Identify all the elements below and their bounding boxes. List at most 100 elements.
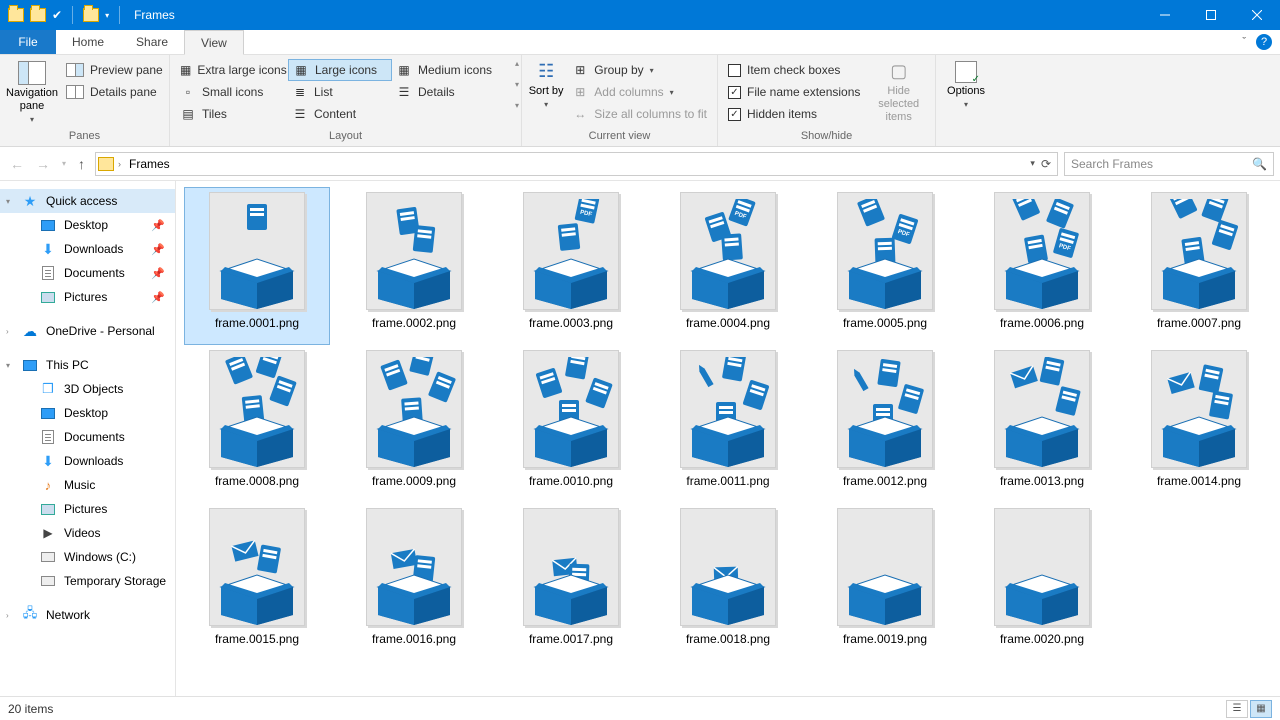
qat-check-icon[interactable]: ✔	[52, 8, 62, 22]
back-button[interactable]: ←	[10, 156, 24, 172]
file-item[interactable]: frame.0010.png	[498, 345, 644, 503]
tab-view[interactable]: View	[184, 30, 244, 55]
group-by-button[interactable]: ⊞Group by▾	[568, 59, 711, 81]
file-item[interactable]: PDF frame.0003.png	[498, 187, 644, 345]
layout-small-icons[interactable]: ▫Small icons	[176, 81, 280, 103]
layout-medium-icons[interactable]: ▦Medium icons	[392, 59, 496, 81]
tree-videos[interactable]: ▶Videos	[0, 521, 175, 545]
sort-by-button[interactable]: ☷ Sort by ▾	[528, 59, 564, 109]
tree-onedrive[interactable]: ›☁OneDrive - Personal	[0, 319, 175, 343]
tab-file[interactable]: File	[0, 30, 56, 54]
layout-scroll-down[interactable]: ▾	[515, 80, 519, 89]
tab-home[interactable]: Home	[56, 30, 120, 54]
details-pane-button[interactable]: Details pane	[62, 81, 167, 103]
hide-selected-label: Hide selected items	[868, 85, 929, 125]
layout-list[interactable]: ≣List	[288, 81, 392, 103]
file-item[interactable]: PDF frame.0005.png	[812, 187, 958, 345]
file-item[interactable]: frame.0009.png	[341, 345, 487, 503]
documents-icon	[42, 430, 54, 444]
file-thumbnail	[209, 192, 305, 310]
layout-large-icons[interactable]: ▦Large icons	[288, 59, 392, 81]
file-item[interactable]: frame.0014.png	[1126, 345, 1272, 503]
videos-icon: ▶	[40, 525, 56, 541]
tree-this-pc[interactable]: ▾This PC	[0, 353, 175, 377]
tiles-icon: ▤	[180, 107, 196, 121]
layout-expand[interactable]: ▾	[515, 101, 519, 110]
tree-c-drive[interactable]: Windows (C:)	[0, 545, 175, 569]
close-button[interactable]	[1234, 0, 1280, 30]
tree-3d-objects[interactable]: ❒3D Objects	[0, 377, 175, 401]
file-thumbnail	[366, 508, 462, 626]
tree-documents-2[interactable]: Documents	[0, 425, 175, 449]
tree-pictures-2[interactable]: Pictures	[0, 497, 175, 521]
file-thumbnail	[366, 192, 462, 310]
file-item[interactable]: frame.0016.png	[341, 503, 487, 661]
size-columns-button[interactable]: ↔Size all columns to fit	[568, 103, 711, 125]
layout-details[interactable]: ☰Details	[392, 81, 496, 103]
tree-desktop[interactable]: Desktop📌	[0, 213, 175, 237]
tree-downloads[interactable]: ⬇Downloads📌	[0, 237, 175, 261]
file-item[interactable]: frame.0017.png	[498, 503, 644, 661]
file-thumbnail	[1151, 192, 1247, 310]
layout-content[interactable]: ☰Content	[288, 103, 392, 125]
sort-by-label: Sort by	[529, 85, 564, 98]
list-icon: ≣	[292, 85, 308, 99]
file-item[interactable]: frame.0001.png	[184, 187, 330, 345]
tree-pictures[interactable]: Pictures📌	[0, 285, 175, 309]
up-button[interactable]: ↑	[78, 156, 85, 172]
file-item[interactable]: frame.0013.png	[969, 345, 1115, 503]
preview-pane-button[interactable]: Preview pane	[62, 59, 167, 81]
minimize-button[interactable]	[1142, 0, 1188, 30]
file-item[interactable]: frame.0012.png	[812, 345, 958, 503]
tree-temp-storage[interactable]: Temporary Storage	[0, 569, 175, 593]
size-columns-icon: ↔	[572, 107, 588, 121]
tree-quick-access[interactable]: ▾★Quick access	[0, 189, 175, 213]
file-item[interactable]: frame.0011.png	[655, 345, 801, 503]
history-dropdown[interactable]: ▾	[62, 159, 66, 168]
file-item[interactable]: PDF frame.0004.png	[655, 187, 801, 345]
file-ext-toggle[interactable]: ✓File name extensions	[724, 81, 864, 103]
pin-icon: 📌	[151, 291, 165, 304]
tree-downloads-2[interactable]: ⬇Downloads	[0, 449, 175, 473]
file-item[interactable]: frame.0008.png	[184, 345, 330, 503]
hidden-items-toggle[interactable]: ✓Hidden items	[724, 103, 864, 125]
ribbon-collapse-icon[interactable]: ˇ	[1242, 36, 1246, 48]
navigation-pane-button[interactable]: Navigation pane ▾	[6, 59, 58, 125]
options-button[interactable]: Options ▾	[942, 59, 990, 110]
file-item[interactable]: frame.0020.png	[969, 503, 1115, 661]
qat-dropdown-icon[interactable]: ▾	[105, 11, 109, 20]
add-columns-button[interactable]: ⊞Add columns▾	[568, 81, 711, 103]
tree-desktop-2[interactable]: Desktop	[0, 401, 175, 425]
network-icon: 🖧	[22, 607, 38, 623]
file-item[interactable]: frame.0015.png	[184, 503, 330, 661]
file-item[interactable]: frame.0007.png	[1126, 187, 1272, 345]
view-large-icons-button[interactable]: ▦	[1250, 700, 1272, 718]
file-item[interactable]: frame.0002.png	[341, 187, 487, 345]
file-item[interactable]: frame.0019.png	[812, 503, 958, 661]
view-details-button[interactable]: ☰	[1226, 700, 1248, 718]
forward-button[interactable]: →	[36, 156, 50, 172]
layout-extra-large-icons[interactable]: ▦Extra large icons	[176, 59, 280, 81]
file-item[interactable]: PDF frame.0006.png	[969, 187, 1115, 345]
layout-scroll-up[interactable]: ▴	[515, 59, 519, 68]
tab-share[interactable]: Share	[120, 30, 184, 54]
options-icon	[955, 61, 977, 83]
item-check-boxes-toggle[interactable]: Item check boxes	[724, 59, 864, 81]
tree-documents[interactable]: Documents📌	[0, 261, 175, 285]
refresh-button[interactable]: ⟳	[1041, 157, 1051, 171]
help-icon[interactable]: ?	[1256, 34, 1272, 50]
breadcrumb[interactable]: Frames	[125, 157, 174, 171]
address-bar[interactable]: › Frames ▾ ⟳	[95, 152, 1058, 176]
maximize-button[interactable]	[1188, 0, 1234, 30]
layout-tiles[interactable]: ▤Tiles	[176, 103, 280, 125]
file-item[interactable]: frame.0018.png	[655, 503, 801, 661]
tree-network[interactable]: ›🖧Network	[0, 603, 175, 627]
chevron-right-icon[interactable]: ›	[118, 159, 121, 169]
group-label-panes: Panes	[0, 128, 169, 146]
qat-folder-icon[interactable]	[83, 8, 99, 22]
search-input[interactable]: Search Frames 🔍	[1064, 152, 1274, 176]
hide-selected-button[interactable]: ▢ Hide selected items	[868, 59, 929, 124]
qat-open-icon[interactable]	[30, 8, 46, 22]
tree-music[interactable]: ♪Music	[0, 473, 175, 497]
address-dropdown-icon[interactable]: ▾	[1030, 158, 1035, 169]
